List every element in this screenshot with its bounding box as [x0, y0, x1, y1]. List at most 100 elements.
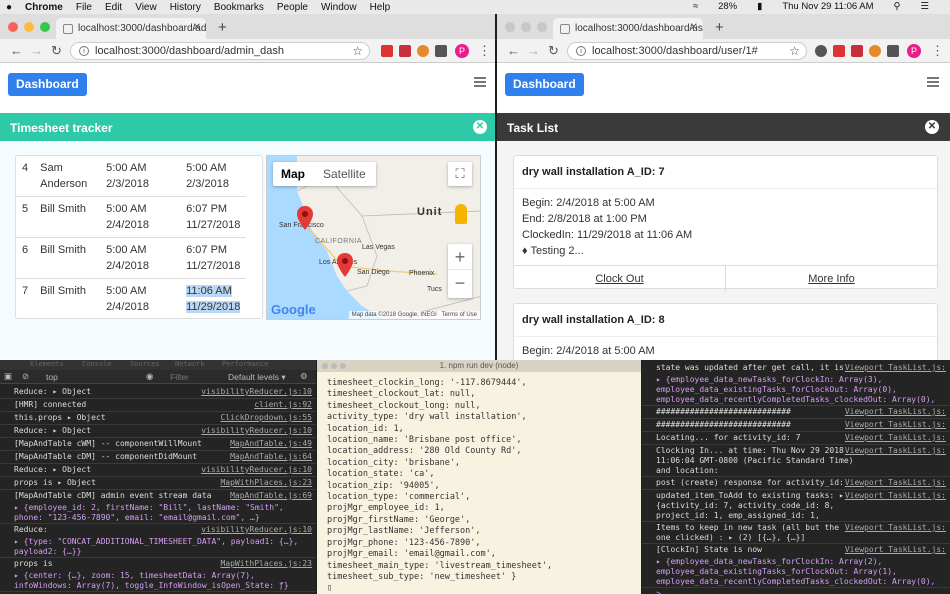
extension-icon[interactable]	[851, 45, 863, 57]
console-line[interactable]: Reduce: visibilityReducer.js:10	[0, 524, 316, 536]
source-link[interactable]: Viewport_TaskList.js:	[844, 363, 946, 373]
profile-avatar[interactable]: P	[907, 44, 921, 58]
table-row[interactable]: 5 Bill Smith 5:00 AM 2/4/2018 6:07 PM 11/2…	[16, 196, 247, 238]
minimize-window-icon[interactable]	[24, 22, 34, 32]
devtools-tab-elements[interactable]: Elements	[30, 360, 64, 368]
console-prompt[interactable]: >	[642, 588, 950, 594]
devtools-tab-sources[interactable]: Sources	[130, 360, 160, 368]
zoom-out-button[interactable]: −	[448, 270, 472, 296]
google-logo[interactable]: Google	[271, 302, 316, 317]
menu-history[interactable]: History	[170, 2, 201, 13]
map-marker-icon[interactable]	[337, 253, 353, 277]
menu-file[interactable]: File	[76, 2, 92, 13]
map-marker-icon[interactable]	[297, 206, 313, 230]
source-link[interactable]: Viewport_TaskList.js:	[844, 478, 946, 488]
close-window-icon[interactable]	[8, 22, 18, 32]
log-levels-dropdown[interactable]: Default levels ▾	[228, 372, 286, 383]
source-link[interactable]: ClickDropdown.js:55	[220, 413, 312, 423]
dashboard-button[interactable]: Dashboard	[505, 73, 584, 96]
console-object[interactable]: ▸ {type: "CONCAT_ADDITIONAL_TIMESHEET_DA…	[0, 536, 316, 558]
map-type-satellite-button[interactable]: Satellite	[313, 162, 376, 186]
console-object[interactable]: ▸ {center: {…}, zoom: 15, timesheetData:…	[0, 570, 316, 592]
close-panel-icon[interactable]: ✕	[473, 120, 487, 134]
zoom-window-icon[interactable]	[40, 22, 50, 32]
wifi-icon[interactable]: ≈	[693, 1, 698, 12]
console-object[interactable]: ▸ {employee_data_newTasks_forClockIn: Ar…	[642, 556, 950, 588]
source-link[interactable]: visibilityReducer.js:10	[201, 426, 312, 436]
new-tab-button[interactable]: +	[218, 19, 227, 36]
devtools-tab-network[interactable]: Network	[175, 360, 205, 368]
extension-icon[interactable]	[417, 45, 429, 57]
source-link[interactable]: visibilityReducer.js:10	[201, 465, 312, 475]
zoom-in-button[interactable]: +	[448, 244, 472, 270]
terminal-minimize-icon[interactable]	[331, 363, 337, 369]
terms-link[interactable]: Terms of Use	[442, 312, 477, 318]
map-type-map-button[interactable]: Map	[273, 162, 313, 186]
menu-app-name[interactable]: Chrome	[25, 2, 63, 13]
menu-bookmarks[interactable]: Bookmarks	[214, 2, 264, 13]
console-line[interactable]: props is ▸ Object MapWithPlaces.js:23	[0, 477, 316, 490]
devtools-tab-performance[interactable]: Performance	[222, 360, 268, 368]
source-link[interactable]: MapWithPlaces.js:23	[220, 478, 312, 488]
menu-help[interactable]: Help	[370, 2, 391, 13]
profile-avatar[interactable]: P	[455, 44, 469, 58]
console-line[interactable]: [ClockIn] State is now Viewport_TaskList.…	[642, 544, 950, 556]
close-tab-icon[interactable]: ✕	[690, 22, 698, 33]
eye-icon[interactable]: ◉	[146, 371, 153, 382]
back-icon[interactable]: ←	[10, 43, 23, 58]
info-icon[interactable]: i	[79, 46, 89, 56]
console-line[interactable]: [MapAndTable cWM] -- componentWillMount M…	[0, 438, 316, 451]
console-line[interactable]: [HMR] connected client.js:92	[0, 399, 316, 412]
table-row[interactable]: 6 Bill Smith 5:00 AM 2/4/2018 6:07 PM 11/2…	[16, 237, 247, 279]
source-link[interactable]: client.js:92	[254, 400, 312, 410]
console-line[interactable]: updated_item_ToAdd to existing tasks: ▸ …	[642, 490, 950, 522]
menu-window[interactable]: Window	[321, 2, 357, 13]
apple-icon[interactable]: ●	[6, 2, 12, 13]
url-field[interactable]: i localhost:3000/dashboard/user/1# ☆	[567, 42, 807, 60]
google-map[interactable]: Map Satellite ⛶ Unit San Francisco CALIF…	[266, 155, 481, 320]
source-link[interactable]: MapAndTable.js:69	[230, 491, 312, 501]
source-link[interactable]: Viewport_TaskList.js:	[844, 545, 946, 555]
source-link[interactable]: Viewport_TaskList.js:	[844, 523, 946, 533]
spotlight-icon[interactable]: ⚲	[894, 1, 901, 12]
new-tab-button[interactable]: +	[715, 19, 724, 36]
devtools-tab-console[interactable]: Console	[82, 360, 112, 368]
console-line[interactable]: state was updated after get call, it is …	[642, 362, 950, 374]
street-view-pegman-icon[interactable]	[455, 204, 467, 224]
console-object[interactable]: ▸ {employee_data_newTasks_forClockIn: Ar…	[642, 374, 950, 406]
extension-icon[interactable]	[833, 45, 845, 57]
source-link[interactable]: Viewport_TaskList.js:	[844, 407, 946, 417]
chrome-menu-icon[interactable]: ⋮	[931, 43, 944, 59]
zoom-window-icon[interactable]	[537, 22, 547, 32]
menu-list-icon[interactable]: ☰	[920, 1, 929, 12]
source-link[interactable]: MapAndTable.js:49	[230, 439, 312, 449]
console-line[interactable]: props is MapWithPlaces.js:23	[0, 558, 316, 570]
close-tab-icon[interactable]: ✕	[193, 22, 201, 33]
source-link[interactable]: MapAndTable.js:64	[230, 452, 312, 462]
menu-people[interactable]: People	[277, 2, 308, 13]
more-info-button[interactable]: More Info	[726, 266, 937, 292]
console-line[interactable]: Reduce: ▸ Object visibilityReducer.js:10	[0, 386, 316, 399]
reload-icon[interactable]: ↻	[548, 43, 559, 59]
console-object[interactable]: ▸ {employee_id: 2, firstName: "Bill", la…	[0, 502, 316, 524]
clear-console-icon[interactable]: ⊘	[22, 371, 29, 382]
battery-percent[interactable]: 28%	[718, 1, 737, 12]
reload-icon[interactable]: ↻	[51, 43, 62, 59]
source-link[interactable]: Viewport_TaskList.js:	[844, 433, 946, 443]
terminal-output[interactable]: timesheet_clockin_long: '-117.8679444', …	[317, 372, 641, 594]
extension-icon[interactable]	[815, 45, 827, 57]
console-line[interactable]: Items to keep in new task (all but the o…	[642, 522, 950, 544]
minimize-window-icon[interactable]	[521, 22, 531, 32]
console-line[interactable]: Locating... for activity_id: 7 Viewport_T…	[642, 432, 950, 445]
clock-out-button[interactable]: Clock Out	[514, 266, 726, 292]
console-sidebar-icon[interactable]: ▣	[4, 371, 12, 382]
extension-icon[interactable]	[435, 45, 447, 57]
console-line[interactable]: Reduce: ▸ Object visibilityReducer.js:10	[0, 425, 316, 438]
console-line[interactable]: post (create) response for activity_id: …	[642, 477, 950, 490]
console-line[interactable]: [MapAndTable cDM] -- componentDidMount Ma…	[0, 451, 316, 464]
source-link[interactable]: visibilityReducer.js:10	[201, 387, 312, 397]
battery-icon[interactable]: ▮	[757, 1, 762, 12]
url-field[interactable]: i localhost:3000/dashboard/admin_dash ☆	[70, 42, 370, 60]
bookmark-star-icon[interactable]: ☆	[789, 44, 800, 58]
info-icon[interactable]: i	[576, 46, 586, 56]
